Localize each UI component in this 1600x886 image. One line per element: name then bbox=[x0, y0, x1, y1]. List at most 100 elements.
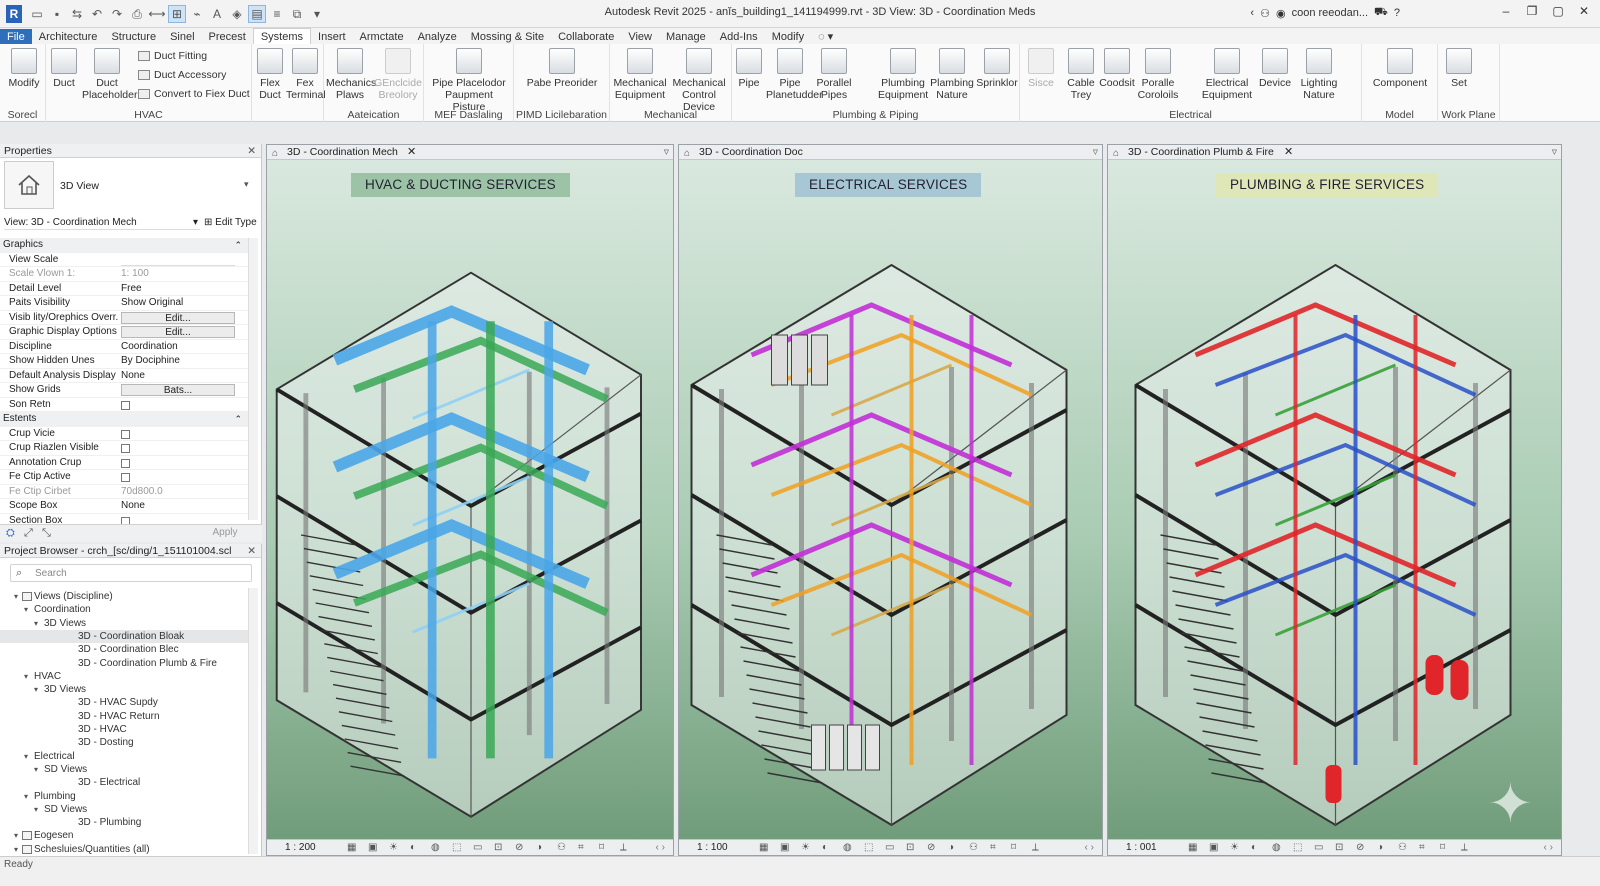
sun-path-icon[interactable]: ☀ bbox=[1230, 840, 1239, 856]
apply-button[interactable]: Apply bbox=[196, 527, 254, 541]
highlight-icon[interactable]: ⟂ bbox=[1461, 840, 1468, 856]
expand-toggle-icon[interactable]: ▾ bbox=[24, 790, 28, 803]
view-instance-selector[interactable]: View: 3D - Coordination Mech ▾ bbox=[4, 216, 200, 230]
worksharing-icon[interactable]: ⚇ bbox=[969, 840, 978, 856]
reveal-hidden-icon[interactable]: ◑ bbox=[1377, 840, 1383, 856]
view-tab[interactable]: ⌂ 3D - Coordination Plumb & Fire ✕ ▿ bbox=[1108, 145, 1561, 160]
expand-toggle-icon[interactable]: ▾ bbox=[14, 829, 18, 842]
tab-structure[interactable]: Structure bbox=[104, 29, 163, 45]
tab-overflow-icon[interactable]: ▿ bbox=[1093, 145, 1098, 160]
expand-toggle-icon[interactable]: ▾ bbox=[34, 683, 38, 696]
close-icon[interactable]: ✕ bbox=[247, 544, 256, 558]
pabe-preorider-button[interactable]: Pabe Preorider bbox=[518, 48, 606, 89]
tab-addins[interactable]: Add-Ins bbox=[713, 29, 765, 45]
expand-toggle-icon[interactable]: ▾ bbox=[34, 763, 38, 776]
horizontal-scroll-icon[interactable]: ‹ › bbox=[1085, 840, 1094, 856]
tab-collaborate[interactable]: Collaborate bbox=[551, 29, 621, 45]
shadows-icon[interactable]: ◐ bbox=[822, 840, 828, 856]
property-value[interactable]: None bbox=[121, 499, 235, 514]
tab-annotate[interactable]: Armctate bbox=[353, 29, 411, 45]
expand-toggle-icon[interactable]: ▾ bbox=[34, 617, 38, 630]
analytical-icon[interactable]: ⌗ bbox=[990, 840, 996, 856]
plumbing-fixture-button[interactable]: Plambing Nature bbox=[928, 48, 976, 101]
thin-lines-icon[interactable]: ≡ bbox=[268, 5, 286, 23]
duct-button[interactable]: Duct bbox=[48, 48, 80, 89]
print-icon[interactable]: ⎙ bbox=[128, 5, 146, 23]
dimension-icon[interactable]: ⊞ bbox=[168, 5, 186, 23]
undo-icon[interactable]: ↶ bbox=[88, 5, 106, 23]
collapse-icon[interactable]: ⤡ bbox=[42, 527, 51, 540]
user-name[interactable]: coon reeodan... bbox=[1292, 7, 1368, 19]
render-icon[interactable]: ◍ bbox=[1272, 840, 1281, 856]
building-model[interactable] bbox=[1108, 205, 1563, 865]
view-scale[interactable]: 1 : 100 bbox=[697, 840, 728, 856]
binoculars-icon[interactable]: ⚇ bbox=[1260, 7, 1270, 20]
expand-toggle-icon[interactable]: ▾ bbox=[14, 843, 18, 856]
detail-level-icon[interactable]: ▦ bbox=[347, 840, 356, 856]
visual-style-icon[interactable]: ▣ bbox=[1209, 840, 1218, 856]
tab-overflow-icon[interactable]: ▿ bbox=[1552, 145, 1557, 160]
visual-style-icon[interactable]: ▣ bbox=[368, 840, 377, 856]
analytical-icon[interactable]: ⌗ bbox=[1419, 840, 1425, 856]
close-icon[interactable]: ✕ bbox=[407, 145, 416, 160]
tab-precast[interactable]: Precest bbox=[202, 29, 253, 45]
tab-manage[interactable]: Manage bbox=[659, 29, 713, 45]
plumbing-equipment-button[interactable]: Plumbing Equipment bbox=[878, 48, 928, 101]
switch-windows-icon[interactable]: ⧉ bbox=[288, 5, 306, 23]
panel-select-name[interactable]: Sorecl bbox=[0, 109, 45, 121]
highlight-icon[interactable]: ⟂ bbox=[620, 840, 627, 856]
expand-toggle-icon[interactable]: ▾ bbox=[34, 803, 38, 816]
reveal-hidden-icon[interactable]: ◑ bbox=[948, 840, 954, 856]
temp-hide-icon[interactable]: ⊘ bbox=[515, 840, 523, 856]
viewport-1[interactable]: ⌂ 3D - Coordination Mech ✕ ▿ HVAC & DUCTING … bbox=[266, 144, 674, 856]
component-button[interactable]: Component bbox=[1368, 48, 1432, 89]
parallel-pipes-button[interactable]: Porallel Pipes bbox=[816, 48, 852, 101]
customize-icon[interactable]: ▾ bbox=[308, 5, 326, 23]
measure-icon[interactable]: ⟷ bbox=[148, 5, 166, 23]
search-input[interactable]: Search bbox=[35, 568, 67, 579]
expand-toggle-icon[interactable]: ▾ bbox=[24, 750, 28, 763]
crop-region-icon[interactable]: ▭ bbox=[1314, 840, 1323, 856]
crop-icon[interactable]: ⬚ bbox=[452, 840, 461, 856]
text-icon[interactable]: A bbox=[208, 5, 226, 23]
redo-icon[interactable]: ↷ bbox=[108, 5, 126, 23]
tab-massing[interactable]: Mossing & Site bbox=[464, 29, 551, 45]
sync-icon[interactable]: ⇆ bbox=[68, 5, 86, 23]
mechanical-equipment-button[interactable]: Mechanical Equipment bbox=[612, 48, 668, 101]
save-icon[interactable]: ▪ bbox=[48, 5, 66, 23]
mechanical-control-device-button[interactable]: Mechanical Control Device bbox=[668, 48, 730, 113]
crop-icon[interactable]: ⬚ bbox=[1293, 840, 1302, 856]
detail-level-icon[interactable]: ▦ bbox=[759, 840, 768, 856]
flex-duct-button[interactable]: Flex Duct bbox=[254, 48, 286, 101]
tab-systems[interactable]: Systems bbox=[252, 28, 312, 44]
expand-toggle-icon[interactable]: ▾ bbox=[14, 590, 18, 603]
user-icon[interactable]: ◉ bbox=[1276, 7, 1286, 20]
sun-path-icon[interactable]: ☀ bbox=[801, 840, 810, 856]
horizontal-scroll-icon[interactable]: ‹ › bbox=[1544, 840, 1553, 856]
minimize-icon[interactable]: – bbox=[1498, 4, 1514, 18]
edit-type-button[interactable]: ⊞ Edit Type bbox=[204, 216, 257, 230]
browser-search[interactable]: ⌕ Search bbox=[10, 564, 252, 582]
constraints-icon[interactable]: ⌑ bbox=[599, 840, 604, 856]
viewport-2[interactable]: ⌂ 3D - Coordination Doc ▿ ELECTRICAL SERVIC… bbox=[678, 144, 1103, 856]
property-value[interactable]: Free bbox=[121, 282, 235, 297]
close-icon[interactable]: ✕ bbox=[1284, 145, 1293, 160]
property-checkbox[interactable] bbox=[121, 458, 130, 468]
collapse-icon[interactable]: ⌃ bbox=[234, 238, 242, 253]
set-workplane-button[interactable]: Set bbox=[1444, 48, 1474, 89]
render-icon[interactable]: ◍ bbox=[843, 840, 852, 856]
cable-tray-button[interactable]: Cable Trey bbox=[1064, 48, 1098, 101]
open-icon[interactable]: ▭ bbox=[28, 5, 46, 23]
temp-hide-icon[interactable]: ⊘ bbox=[927, 840, 935, 856]
tab-analyze[interactable]: Analyze bbox=[411, 29, 464, 45]
type-selector[interactable]: 3D View bbox=[60, 180, 99, 192]
property-value[interactable]: None bbox=[121, 369, 235, 384]
type-dropdown-icon[interactable]: ▾ bbox=[244, 179, 249, 190]
property-section[interactable]: Graphics ⌃ bbox=[0, 238, 248, 253]
crop-region-icon[interactable]: ▭ bbox=[885, 840, 894, 856]
glencide-button[interactable]: GEnclcide Breolory bbox=[374, 48, 422, 101]
air-terminal-button[interactable]: Fex Terminal bbox=[286, 48, 326, 101]
viewport-3[interactable]: ⌂ 3D - Coordination Plumb & Fire ✕ ▿ PLUMBIN… bbox=[1107, 144, 1562, 856]
view-scale[interactable]: 1 : 001 bbox=[1126, 840, 1157, 856]
convert-flex-duct-button[interactable]: Convert to Fiex Duct bbox=[138, 88, 250, 100]
